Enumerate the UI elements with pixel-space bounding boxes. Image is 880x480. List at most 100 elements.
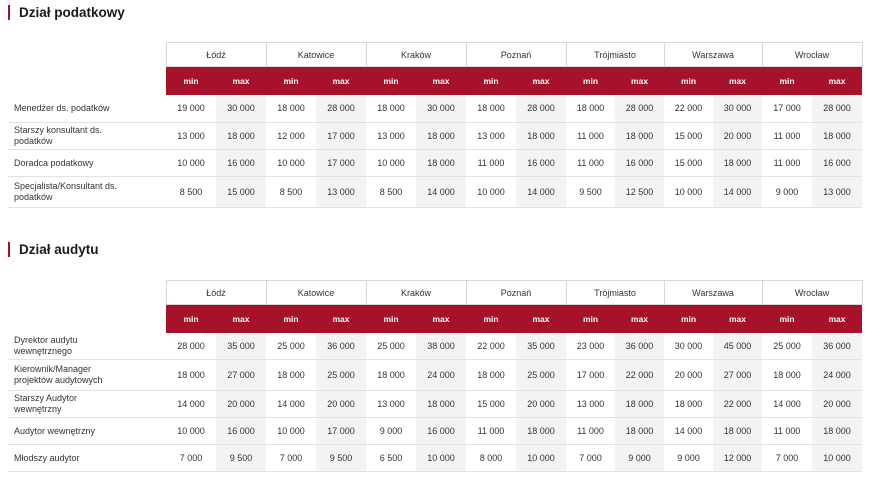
min-header: min [566,304,616,333]
corner-cell [8,305,166,333]
city-header: Trójmiasto [565,42,665,67]
min-max-header-row: min max min max min max min max min max … [8,304,863,333]
min-salary-cell: 18 000 [466,359,517,391]
table-row: Audytor wewnętrzny 10 000 16 000 10 000 17 0… [8,417,863,445]
max-salary-cell: 24 000 [416,359,467,391]
min-salary-cell: 18 000 [664,390,714,418]
max-salary-cell: 35 000 [216,332,266,360]
min-header: min [266,66,316,95]
max-salary-cell: 9 000 [615,444,665,472]
max-salary-cell: 18 000 [516,122,567,150]
max-salary-cell: 18 000 [615,122,665,150]
min-salary-cell: 9 000 [762,176,813,208]
max-header: max [216,304,266,333]
max-salary-cell: 10 000 [516,444,567,472]
city-header: Kraków [365,42,467,67]
city-header: Łódź [165,280,267,305]
max-salary-cell: 28 000 [516,94,567,123]
max-salary-cell: 17 000 [316,122,366,150]
corner-cell [8,281,166,305]
position-name: Starszy Audytor wewnętrzny [8,390,166,418]
tax-section-heading: Dział podatkowy [19,4,125,20]
max-header: max [812,304,863,333]
table-row: Dyrektor audytu wewnętrznego 28 000 35 000… [8,332,863,360]
city-header-row: Łódź Katowice Kraków Poznań Trójmiasto W… [8,42,863,67]
max-salary-cell: 20 000 [516,390,567,418]
position-name: Specjalista/Konsultant ds. podatków [8,176,166,208]
max-salary-cell: 17 000 [316,149,366,177]
table-row: Menedżer ds. podatków 19 000 30 000 18 000 2… [8,94,863,123]
min-salary-cell: 7 000 [566,444,616,472]
max-salary-cell: 13 000 [316,176,366,208]
min-salary-cell: 25 000 [762,332,813,360]
max-salary-cell: 18 000 [812,417,863,445]
audit-table-body: Dyrektor audytu wewnętrznego 28 000 35 000… [8,332,863,472]
table-row: Specjalista/Konsultant ds. podatków 8 500… [8,176,863,208]
min-salary-cell: 11 000 [566,417,616,445]
position-name: Menedżer ds. podatków [8,94,166,123]
city-header: Kraków [365,280,467,305]
max-salary-cell: 12 500 [615,176,665,208]
max-salary-cell: 18 000 [216,122,266,150]
min-salary-cell: 12 000 [266,122,316,150]
max-salary-cell: 25 000 [316,359,366,391]
max-salary-cell: 18 000 [615,417,665,445]
min-salary-cell: 13 000 [466,122,517,150]
city-header: Wrocław [761,42,863,67]
min-salary-cell: 8 500 [366,176,416,208]
max-salary-cell: 16 000 [416,417,467,445]
tax-section-title: Dział podatkowy [8,4,125,20]
min-header: min [466,304,517,333]
min-salary-cell: 18 000 [266,359,316,391]
min-salary-cell: 8 000 [466,444,517,472]
max-salary-cell: 20 000 [812,390,863,418]
position-name: Dyrektor audytu wewnętrznego [8,332,166,360]
audit-section-title: Dział audytu [8,241,99,257]
max-header: max [316,66,366,95]
min-salary-cell: 25 000 [366,332,416,360]
min-salary-cell: 7 000 [166,444,216,472]
max-salary-cell: 17 000 [316,417,366,445]
min-salary-cell: 11 000 [466,149,517,177]
position-name: Doradca podatkowy [8,149,166,177]
max-salary-cell: 10 000 [416,444,467,472]
max-salary-cell: 14 000 [713,176,763,208]
max-salary-cell: 18 000 [713,149,763,177]
min-header: min [664,66,714,95]
max-salary-cell: 20 000 [316,390,366,418]
max-salary-cell: 18 000 [516,417,567,445]
min-salary-cell: 8 500 [266,176,316,208]
city-header: Katowice [265,280,367,305]
min-salary-cell: 10 000 [266,149,316,177]
min-header: min [762,304,813,333]
table-row: Młodszy audytor 7 000 9 500 7 000 9 500 6 500… [8,444,863,472]
max-salary-cell: 14 000 [516,176,567,208]
corner-cell [8,67,166,95]
max-header: max [812,66,863,95]
min-salary-cell: 11 000 [566,122,616,150]
min-salary-cell: 18 000 [466,94,517,123]
max-salary-cell: 28 000 [316,94,366,123]
max-salary-cell: 38 000 [416,332,467,360]
min-salary-cell: 8 500 [166,176,216,208]
audit-section-heading: Dział audytu [19,241,99,257]
min-header: min [762,66,813,95]
table-row: Starszy Audytor wewnętrzny 14 000 20 000 14… [8,390,863,418]
min-header: min [366,304,416,333]
min-salary-cell: 9 000 [664,444,714,472]
min-header: min [166,66,216,95]
max-salary-cell: 30 000 [216,94,266,123]
min-salary-cell: 18 000 [266,94,316,123]
position-name: Starszy konsultant ds. podatków [8,122,166,150]
min-salary-cell: 19 000 [166,94,216,123]
min-salary-cell: 11 000 [762,149,813,177]
max-salary-cell: 30 000 [713,94,763,123]
min-salary-cell: 14 000 [266,390,316,418]
max-salary-cell: 36 000 [316,332,366,360]
min-salary-cell: 11 000 [762,122,813,150]
max-salary-cell: 9 500 [316,444,366,472]
min-salary-cell: 20 000 [664,359,714,391]
max-header: max [615,66,665,95]
min-salary-cell: 15 000 [466,390,517,418]
position-name: Audytor wewnętrzny [8,417,166,445]
